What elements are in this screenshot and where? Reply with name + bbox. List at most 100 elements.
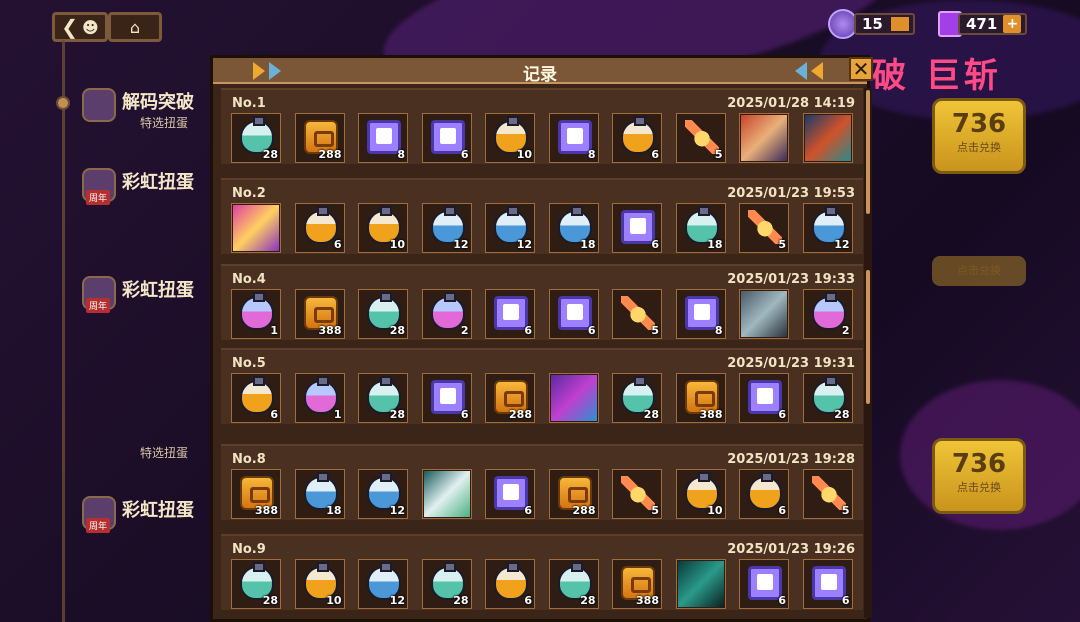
reward-quantity: 12 (516, 238, 532, 251)
reward-quantity: 6 (778, 594, 786, 607)
reward-quantity: 6 (270, 408, 278, 421)
reward-item[interactable]: 12 (358, 469, 408, 519)
ticket-slash-icon (890, 17, 909, 31)
reward-item[interactable]: 28 (231, 559, 281, 609)
reward-item[interactable]: 6 (612, 203, 662, 253)
reward-item[interactable]: 388 (231, 469, 281, 519)
reward-item[interactable]: 1 (294, 373, 345, 423)
reward-item[interactable]: 5 (739, 203, 789, 253)
back-button[interactable]: ❮ ☻ (52, 12, 108, 42)
event-item[interactable]: 周年 彩虹扭蛋 (78, 160, 218, 230)
reward-item[interactable]: 8 (675, 289, 726, 339)
event-item[interactable]: 周年 彩虹扭蛋 (78, 268, 218, 338)
candy-icon (748, 210, 782, 244)
reward-item[interactable] (739, 289, 789, 339)
reward-item[interactable]: 6 (739, 373, 789, 423)
reward-item[interactable]: 28 (421, 559, 472, 609)
reward-item[interactable]: 388 (675, 373, 726, 423)
reward-item[interactable]: 5 (675, 113, 726, 163)
scrollbar-thumb[interactable] (866, 90, 870, 214)
reward-item[interactable]: 5 (802, 469, 853, 519)
reward-item[interactable]: 18 (548, 203, 599, 253)
reward-item[interactable]: 10 (294, 559, 345, 609)
reward-item[interactable]: 28 (358, 373, 408, 423)
event-icon (82, 88, 116, 122)
redeem-button[interactable]: 736 点击兑换 (932, 98, 1026, 174)
reward-quantity: 6 (524, 594, 532, 607)
close-button[interactable]: ✕ (849, 57, 873, 81)
reward-item[interactable]: 6 (231, 373, 281, 423)
reward-item[interactable]: 288 (294, 113, 345, 163)
reward-item[interactable]: 28 (231, 113, 281, 163)
event-item[interactable]: 周年 彩虹扭蛋 (78, 488, 218, 558)
reward-item[interactable]: 12 (802, 203, 853, 253)
reward-item[interactable]: 6 (421, 113, 472, 163)
reward-item[interactable] (739, 113, 789, 163)
reward-item[interactable]: 288 (485, 373, 535, 423)
scrollbar-thumb[interactable] (866, 270, 870, 404)
reward-items: 6 1 28 6 288 28 388 6 28 (231, 373, 853, 423)
candy-icon (811, 476, 846, 510)
potion-pink-icon (430, 292, 465, 330)
reward-item[interactable]: 6 (485, 469, 535, 519)
reward-quantity: 6 (333, 238, 342, 251)
reward-item[interactable] (675, 559, 726, 609)
reward-item[interactable]: 1 (231, 289, 281, 339)
add-gem-button[interactable]: + (1003, 15, 1022, 33)
reward-quantity: 388 (318, 324, 342, 337)
reward-item[interactable]: 6 (485, 559, 535, 609)
reward-item[interactable]: 18 (294, 469, 345, 519)
reward-item[interactable]: 10 (358, 203, 408, 253)
reward-item[interactable]: 2 (421, 289, 472, 339)
reward-item[interactable]: 6 (612, 113, 662, 163)
reward-quantity: 28 (580, 594, 596, 607)
reward-quantity: 12 (453, 238, 469, 251)
reward-item[interactable]: 6 (739, 559, 789, 609)
reward-item[interactable]: 388 (612, 559, 662, 609)
reward-item[interactable]: 28 (548, 559, 599, 609)
reward-item[interactable] (421, 469, 472, 519)
reward-item[interactable]: 10 (485, 113, 535, 163)
reward-item[interactable]: 28 (358, 289, 408, 339)
reward-quantity: 28 (262, 594, 278, 607)
reward-item[interactable] (548, 373, 599, 423)
reward-item[interactable]: 5 (612, 469, 662, 519)
potion-pink-icon (303, 376, 338, 414)
reward-item[interactable]: 12 (358, 559, 408, 609)
reward-quantity: 28 (389, 324, 405, 337)
event-item[interactable]: 解码突破 特选扭蛋 (78, 80, 218, 150)
reward-quantity: 2 (460, 324, 469, 337)
reward-item[interactable]: 2 (802, 289, 853, 339)
reward-quantity: 10 (707, 504, 723, 517)
reward-item[interactable]: 18 (675, 203, 726, 253)
reward-item[interactable]: 6 (421, 373, 472, 423)
reward-item[interactable]: 8 (548, 113, 599, 163)
reward-item[interactable]: 6 (548, 289, 599, 339)
character-portrait-icon (804, 115, 851, 161)
reward-item[interactable]: 28 (612, 373, 662, 423)
reward-item[interactable]: 6 (485, 289, 535, 339)
reward-item[interactable]: 12 (485, 203, 535, 253)
reward-item[interactable]: 6 (802, 559, 853, 609)
reward-item[interactable]: 8 (358, 113, 408, 163)
redeem-button[interactable]: 736 点击兑换 (932, 438, 1026, 514)
character-portrait-icon (423, 471, 470, 517)
reward-item[interactable]: 10 (675, 469, 726, 519)
reward-item[interactable]: 6 (739, 469, 789, 519)
home-button[interactable]: ⌂ (108, 12, 162, 42)
reward-item[interactable]: 388 (294, 289, 345, 339)
reward-item[interactable] (802, 113, 853, 163)
event-item[interactable]: 特选扭蛋 (78, 410, 218, 480)
ticket-currency[interactable]: 15 (828, 9, 915, 39)
candy-icon (621, 296, 655, 330)
reward-item[interactable] (231, 203, 281, 253)
reward-item[interactable]: 6 (294, 203, 345, 253)
gem-currency[interactable]: 471 + (938, 10, 1028, 38)
reward-item[interactable]: 288 (548, 469, 599, 519)
reward-item[interactable]: 28 (802, 373, 853, 423)
redeem-button[interactable]: 点击兑换 (932, 256, 1026, 286)
reward-item[interactable]: 12 (421, 203, 472, 253)
shirt-icon (684, 296, 719, 330)
reward-item[interactable]: 5 (612, 289, 662, 339)
shirt-icon (430, 120, 465, 154)
